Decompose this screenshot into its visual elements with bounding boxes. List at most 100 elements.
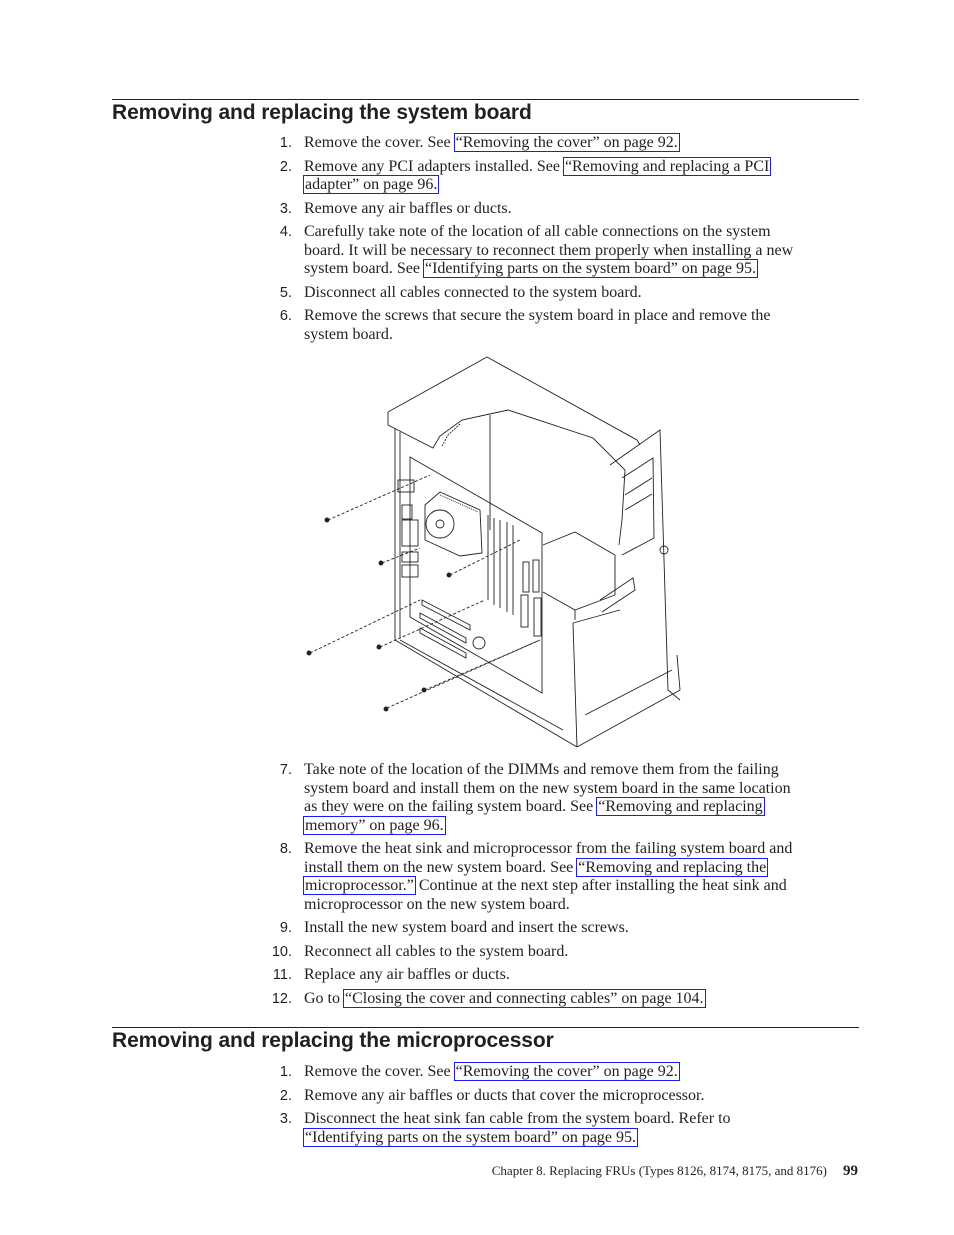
system-board-illustration bbox=[300, 350, 700, 750]
step-number: 12. bbox=[271, 990, 292, 1007]
step-text-line: microprocessor.” Continue at the next st… bbox=[303, 876, 792, 896]
step-text-line: Disconnect the heat sink fan cable from … bbox=[304, 1110, 731, 1129]
cross-reference-link[interactable]: adapter” on page 96. bbox=[303, 175, 440, 194]
step-text: Install the new system board and insert … bbox=[304, 919, 629, 936]
step-text-line: Take note of the location of the DIMMs a… bbox=[304, 761, 792, 780]
step-number: 3. bbox=[279, 1111, 292, 1127]
step-text-line: Install the new system board and insert … bbox=[304, 919, 792, 938]
step-text: Remove the screws that secure the system… bbox=[304, 307, 771, 324]
step-text: as they were on the failing system board… bbox=[304, 798, 598, 815]
step-number: 5. bbox=[279, 284, 292, 301]
step-text: Disconnect the heat sink fan cable from … bbox=[304, 1110, 731, 1127]
step-text: Remove any PCI adapters installed. See bbox=[304, 157, 564, 175]
step-list-continued: 7. Take note of the location of the DIMMs… bbox=[270, 761, 792, 1013]
step-text: Go to bbox=[304, 989, 344, 1007]
page-number: 99 bbox=[843, 1163, 858, 1179]
step-number: 3. bbox=[279, 200, 292, 217]
cross-reference-link[interactable]: “Closing the cover and connecting cables… bbox=[343, 988, 706, 1008]
step-text: system board and install them on the new… bbox=[304, 779, 791, 797]
step-text: Continue at the next step after installi… bbox=[414, 877, 787, 894]
cross-reference-link[interactable]: “Identifying parts on the system board” … bbox=[422, 259, 759, 278]
step-number: 1. bbox=[279, 135, 292, 151]
step-list: 1. Remove the cover. See “Removing the co… bbox=[270, 1062, 731, 1152]
step-number: 11. bbox=[272, 967, 292, 983]
step-number: 6. bbox=[279, 308, 292, 324]
step-text-line: memory” on page 96. bbox=[303, 815, 792, 836]
cross-reference-link[interactable]: “Removing and replacing bbox=[596, 797, 765, 816]
step-item: 1. Remove the cover. See “Removing the co… bbox=[270, 1062, 731, 1082]
step-text: system board. bbox=[304, 325, 393, 343]
step-text: board. It will be necessary to reconnect… bbox=[304, 241, 794, 259]
step-item: 12. Go to “Closing the cover and connecti… bbox=[270, 988, 792, 1009]
section-title: Removing and replacing the microprocesso… bbox=[112, 1029, 554, 1052]
step-text-line: Remove the cover. See “Removing the cove… bbox=[304, 1062, 731, 1082]
cross-reference-link[interactable]: “Removing the cover” on page 92. bbox=[453, 1062, 680, 1081]
step-text: install them on the new system board. Se… bbox=[304, 858, 578, 876]
step-number: 2. bbox=[279, 158, 292, 175]
step-item: 1. Remove the cover. See “Removing the co… bbox=[270, 133, 793, 153]
cross-reference-link[interactable]: microprocessor.” bbox=[303, 876, 416, 895]
step-text-line: Replace any air baffles or ducts. bbox=[304, 966, 792, 985]
step-text: Carefully take note of the location of a… bbox=[304, 223, 771, 240]
step-item: 2. Remove any air baffles or ducts that c… bbox=[270, 1087, 731, 1106]
step-text: Remove any air baffles or ducts. bbox=[304, 199, 512, 217]
step-item: 10. Reconnect all cables to the system bo… bbox=[270, 943, 792, 962]
cross-reference-link[interactable]: “Removing and replacing a PCI bbox=[562, 156, 772, 176]
step-text-line: “Identifying parts on the system board” … bbox=[303, 1127, 731, 1148]
step-text-line: Reconnect all cables to the system board… bbox=[304, 943, 792, 962]
cross-reference-link[interactable]: memory” on page 96. bbox=[303, 815, 446, 835]
step-text-line: system board and install them on the new… bbox=[304, 780, 792, 799]
step-item: 7. Take note of the location of the DIMMs… bbox=[270, 761, 792, 835]
step-text: Remove any air baffles or ducts that cov… bbox=[304, 1086, 705, 1104]
section-rule bbox=[112, 99, 859, 100]
step-item: 3. Disconnect the heat sink fan cable fro… bbox=[270, 1110, 731, 1147]
step-text-line: as they were on the failing system board… bbox=[304, 797, 792, 817]
step-text-line: Disconnect all cables connected to the s… bbox=[304, 284, 793, 303]
step-text-line: Remove any air baffles or ducts that cov… bbox=[304, 1087, 731, 1106]
step-text-line: Remove any air baffles or ducts. bbox=[304, 200, 793, 219]
step-text-line: adapter” on page 96. bbox=[303, 175, 793, 195]
step-number: 4. bbox=[279, 224, 292, 240]
chapter-title: Chapter 8. Replacing FRUs (Types 8126, 8… bbox=[491, 1163, 827, 1178]
step-text-line: microprocessor on the new system board. bbox=[304, 896, 792, 915]
step-item: 3. Remove any air baffles or ducts. bbox=[270, 200, 793, 219]
step-text-line: system board. See “Identifying parts on … bbox=[304, 259, 793, 279]
step-text-line: Go to “Closing the cover and connecting … bbox=[304, 988, 792, 1009]
step-list: 1. Remove the cover. See “Removing the co… bbox=[270, 133, 793, 349]
step-item: 5. Disconnect all cables connected to the… bbox=[270, 284, 793, 303]
step-number: 1. bbox=[279, 1064, 292, 1080]
step-text: microprocessor on the new system board. bbox=[304, 895, 570, 913]
step-item: 6. Remove the screws that secure the syst… bbox=[270, 307, 793, 344]
step-text-line: system board. bbox=[304, 326, 793, 345]
step-text: Remove the cover. See bbox=[304, 1063, 455, 1080]
step-text-line: Remove the heat sink and microprocessor … bbox=[304, 840, 792, 859]
step-item: 8. Remove the heat sink and microprocesso… bbox=[270, 840, 792, 914]
step-text-line: install them on the new system board. Se… bbox=[304, 857, 792, 878]
step-item: 9. Install the new system board and inser… bbox=[270, 919, 792, 938]
step-item: 11. Replace any air baffles or ducts. bbox=[270, 966, 792, 985]
page-footer: Chapter 8. Replacing FRUs (Types 8126, 8… bbox=[492, 1163, 858, 1180]
step-number: 8. bbox=[279, 841, 292, 857]
step-text: system board. See bbox=[304, 260, 424, 277]
cross-reference-link[interactable]: “Removing and replacing the bbox=[576, 857, 769, 877]
section-title: Removing and replacing the system board bbox=[112, 101, 532, 124]
step-number: 2. bbox=[279, 1087, 292, 1104]
step-text-line: board. It will be necessary to reconnect… bbox=[304, 242, 793, 261]
step-item: 2. Remove any PCI adapters installed. See… bbox=[270, 156, 793, 195]
step-text-line: Remove the cover. See “Removing the cove… bbox=[304, 133, 793, 153]
step-text-line: Remove any PCI adapters installed. See “… bbox=[304, 156, 793, 177]
step-text: Replace any air baffles or ducts. bbox=[304, 966, 510, 983]
step-text: Remove the heat sink and microprocessor … bbox=[304, 840, 793, 857]
section-rule bbox=[112, 1027, 859, 1028]
step-number: 7. bbox=[279, 762, 292, 778]
step-text: Disconnect all cables connected to the s… bbox=[304, 283, 642, 301]
step-item: 4. Carefully take note of the location of… bbox=[270, 223, 793, 279]
step-number: 10. bbox=[271, 943, 292, 960]
cross-reference-link[interactable]: “Identifying parts on the system board” … bbox=[303, 1127, 639, 1147]
step-number: 9. bbox=[279, 920, 292, 936]
step-text: Remove the cover. See bbox=[304, 134, 455, 151]
step-text-line: Carefully take note of the location of a… bbox=[304, 223, 793, 242]
cross-reference-link[interactable]: “Removing the cover” on page 92. bbox=[453, 133, 680, 152]
step-text: Take note of the location of the DIMMs a… bbox=[304, 761, 779, 778]
step-text-line: Remove the screws that secure the system… bbox=[304, 307, 793, 326]
